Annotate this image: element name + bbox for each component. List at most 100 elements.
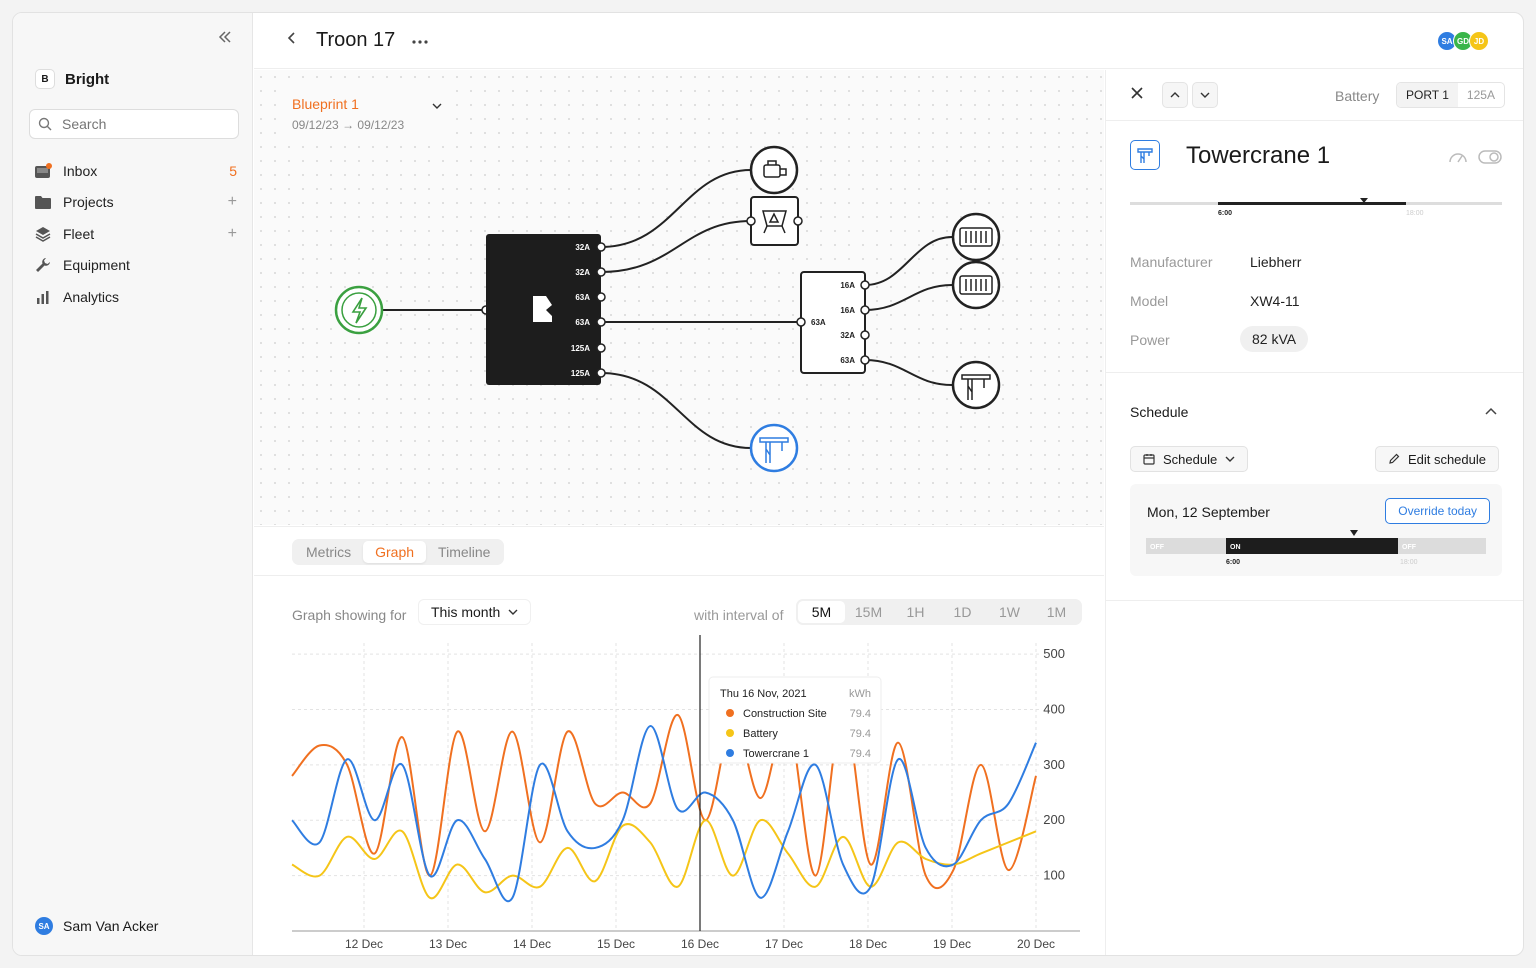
tab-metrics[interactable]: Metrics (294, 541, 363, 563)
port-label: 63A (575, 293, 590, 302)
x-tick-label: 12 Dec (345, 937, 383, 951)
tab-timeline[interactable]: Timeline (426, 541, 502, 563)
y-tick-label: 200 (1043, 812, 1065, 827)
bar-chart-icon (33, 290, 53, 304)
main-distribution-box[interactable]: 32A 32A 63A 63A 125A 125A (486, 234, 606, 385)
period-dropdown[interactable]: This month (418, 599, 532, 625)
legend-dot (726, 709, 734, 717)
interval-label: with interval of (694, 607, 784, 623)
container-node[interactable] (951, 260, 1001, 310)
sidebar-item-projects[interactable]: Projects + (33, 187, 237, 219)
x-tick-label: 20 Dec (1017, 937, 1055, 951)
schedule-start-time: 6:00 (1226, 559, 1240, 566)
transformer-node[interactable] (746, 196, 803, 246)
details-panel: Battery PORT 1 125A Towercrane 1 6:00 18… (1105, 70, 1523, 955)
calendar-icon (1143, 454, 1155, 465)
avatar: JD (1469, 31, 1489, 51)
gauge-icon[interactable] (1448, 150, 1468, 169)
property-key: Manufacturer (1130, 254, 1213, 270)
interval-1h[interactable]: 1H (892, 601, 939, 623)
schedule-dropdown-label: Schedule (1163, 451, 1218, 467)
schedule-dropdown[interactable]: Schedule (1130, 446, 1249, 472)
x-tick-label: 15 Dec (597, 937, 635, 951)
container-node[interactable] (951, 212, 1001, 262)
sidebar-item-equipment[interactable]: Equipment (33, 250, 237, 282)
interval-15m[interactable]: 15M (845, 601, 892, 623)
tooltip-unit: kWh (849, 688, 871, 700)
pencil-icon (1389, 453, 1400, 464)
sidebar-nav: Inbox 5 Projects + Fleet + Equipment Ana… (33, 155, 237, 313)
close-panel-button[interactable] (1130, 84, 1144, 105)
property-value: Liebherr (1250, 254, 1302, 270)
chevron-down-icon (508, 609, 518, 615)
property-key: Power (1130, 332, 1170, 348)
crane-node[interactable] (951, 360, 1001, 410)
power-source-node[interactable] (334, 285, 384, 335)
wire (600, 220, 752, 273)
sidebar-item-analytics[interactable]: Analytics (33, 281, 237, 313)
tooltip-date: Thu 16 Nov, 2021 (720, 688, 807, 700)
chevron-up-icon[interactable] (1485, 402, 1497, 418)
tab-graph[interactable]: Graph (363, 541, 427, 563)
sidebar-item-label: Inbox (63, 162, 98, 179)
series-line-battery[interactable] (291, 819, 1037, 899)
port-label: 16A (840, 281, 855, 290)
tooltip-series-name: Battery (743, 728, 778, 740)
generator-node[interactable] (749, 145, 799, 195)
sidebar-item-label: Fleet (63, 225, 95, 242)
interval-1m[interactable]: 1M (1033, 601, 1080, 623)
collapse-sidebar-icon[interactable] (217, 29, 237, 49)
next-item-button[interactable] (1192, 82, 1218, 108)
segment-off-label: OFF (1150, 544, 1165, 551)
property-row: Power 82 kVA (1130, 326, 1470, 354)
property-value: 82 kVA (1240, 326, 1309, 352)
timeline-start-label: 6:00 (1218, 210, 1232, 217)
search-input[interactable] (62, 116, 212, 132)
x-tick-label: 14 Dec (513, 937, 551, 951)
schedule-end-time: 18:00 (1400, 559, 1418, 566)
x-tick-label: 18 Dec (849, 937, 887, 951)
search-icon (38, 117, 52, 131)
blueprint-diagram: 32A 32A 63A 63A 125A 125A 63A 16A 16A 32… (334, 145, 1001, 473)
energy-line-chart[interactable]: 100 200 300 400 500 12 Dec 13 Dec 14 Dec 15 Dec 1… (254, 635, 1104, 956)
collaborator-avatars[interactable]: SA GD JD (1437, 31, 1489, 51)
add-fleet-button[interactable]: + (228, 225, 237, 243)
tooltip-series-value: 79.4 (850, 748, 871, 760)
schedule-section-title: Schedule (1130, 404, 1189, 420)
blueprint-canvas[interactable]: Blueprint 1 09/12/23 → 09/12/23 32A 32A … (254, 70, 1104, 525)
interval-1d[interactable]: 1D (939, 601, 986, 623)
add-project-button[interactable]: + (228, 193, 237, 211)
series-line-construction-site[interactable] (291, 708, 1037, 890)
avatar: SA (35, 917, 53, 935)
previous-item-button[interactable] (1162, 82, 1188, 108)
user-profile[interactable]: SA Sam Van Acker (35, 917, 158, 935)
edit-schedule-label: Edit schedule (1407, 451, 1486, 467)
wire (600, 372, 752, 449)
edit-schedule-button[interactable]: Edit schedule (1374, 446, 1499, 472)
override-today-button[interactable]: Override today (1385, 498, 1490, 524)
toggle-icon[interactable] (1478, 150, 1502, 169)
property-value: XW4-11 (1250, 293, 1300, 309)
legend-dot (726, 729, 734, 737)
towercrane-node[interactable] (749, 423, 799, 473)
interval-selector: 5M 15M 1H 1D 1W 1M (796, 599, 1082, 625)
property-row: Manufacturer Liebherr (1130, 248, 1470, 276)
period-value: This month (431, 604, 501, 620)
port-label: 125A (571, 369, 590, 378)
day-schedule-bar[interactable]: OFF ON OFF 6:00 18:00 (1146, 530, 1486, 570)
sidebar-item-inbox[interactable]: Inbox 5 (33, 155, 237, 187)
back-button[interactable] (286, 31, 298, 50)
more-options-button[interactable] (412, 29, 428, 50)
brand[interactable]: B Bright (35, 69, 109, 89)
sidebar-item-fleet[interactable]: Fleet + (33, 218, 237, 250)
search-box[interactable] (29, 109, 239, 139)
folder-icon (33, 195, 53, 210)
y-tick-label: 100 (1043, 868, 1065, 883)
interval-5m[interactable]: 5M (798, 601, 845, 623)
sub-distribution-box[interactable]: 63A 16A 16A 32A 63A (796, 271, 870, 374)
x-tick-label: 13 Dec (429, 937, 467, 951)
graph-showing-label: Graph showing for (292, 607, 407, 623)
port-label: 32A (575, 243, 590, 252)
equipment-title: Towercrane 1 (1186, 142, 1331, 169)
interval-1w[interactable]: 1W (986, 601, 1033, 623)
